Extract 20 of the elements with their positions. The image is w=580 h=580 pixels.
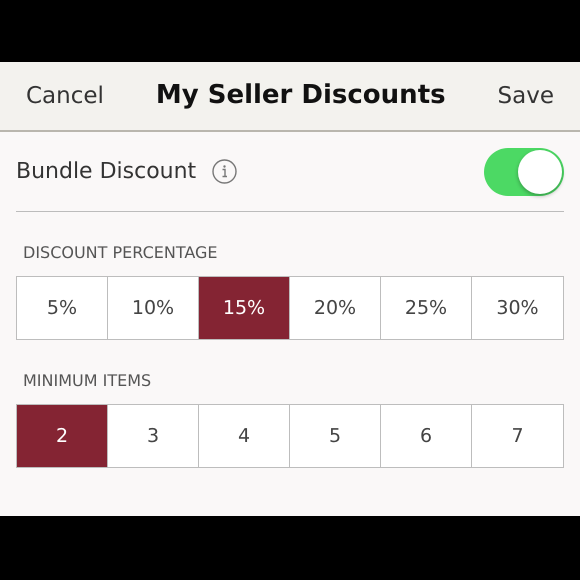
segment-option[interactable]: 3: [108, 405, 199, 467]
segment-option[interactable]: 6: [381, 405, 472, 467]
bundle-discount-label: Bundle Discount: [16, 158, 196, 186]
save-button[interactable]: Save: [498, 78, 554, 114]
cancel-button[interactable]: Cancel: [26, 78, 104, 114]
segment-option[interactable]: 15%: [199, 277, 290, 339]
screen-title: My Seller Discounts: [156, 80, 446, 112]
segment-option[interactable]: 7: [472, 405, 563, 467]
segment-option[interactable]: 20%: [290, 277, 381, 339]
section-heading: MINIMUM ITEMS: [23, 372, 152, 390]
section-heading: DISCOUNT PERCENTAGE: [23, 244, 219, 262]
segment-option[interactable]: 2: [17, 405, 108, 467]
toggle-switch[interactable]: [484, 148, 564, 196]
segment-option[interactable]: 4: [199, 405, 290, 467]
segment-option[interactable]: 30%: [472, 277, 563, 339]
segment-option[interactable]: 5: [290, 405, 381, 467]
segment-option[interactable]: 25%: [381, 277, 472, 339]
segment-option[interactable]: 5%: [17, 277, 108, 339]
info-icon[interactable]: [212, 159, 238, 184]
segment-option[interactable]: 10%: [108, 277, 199, 339]
